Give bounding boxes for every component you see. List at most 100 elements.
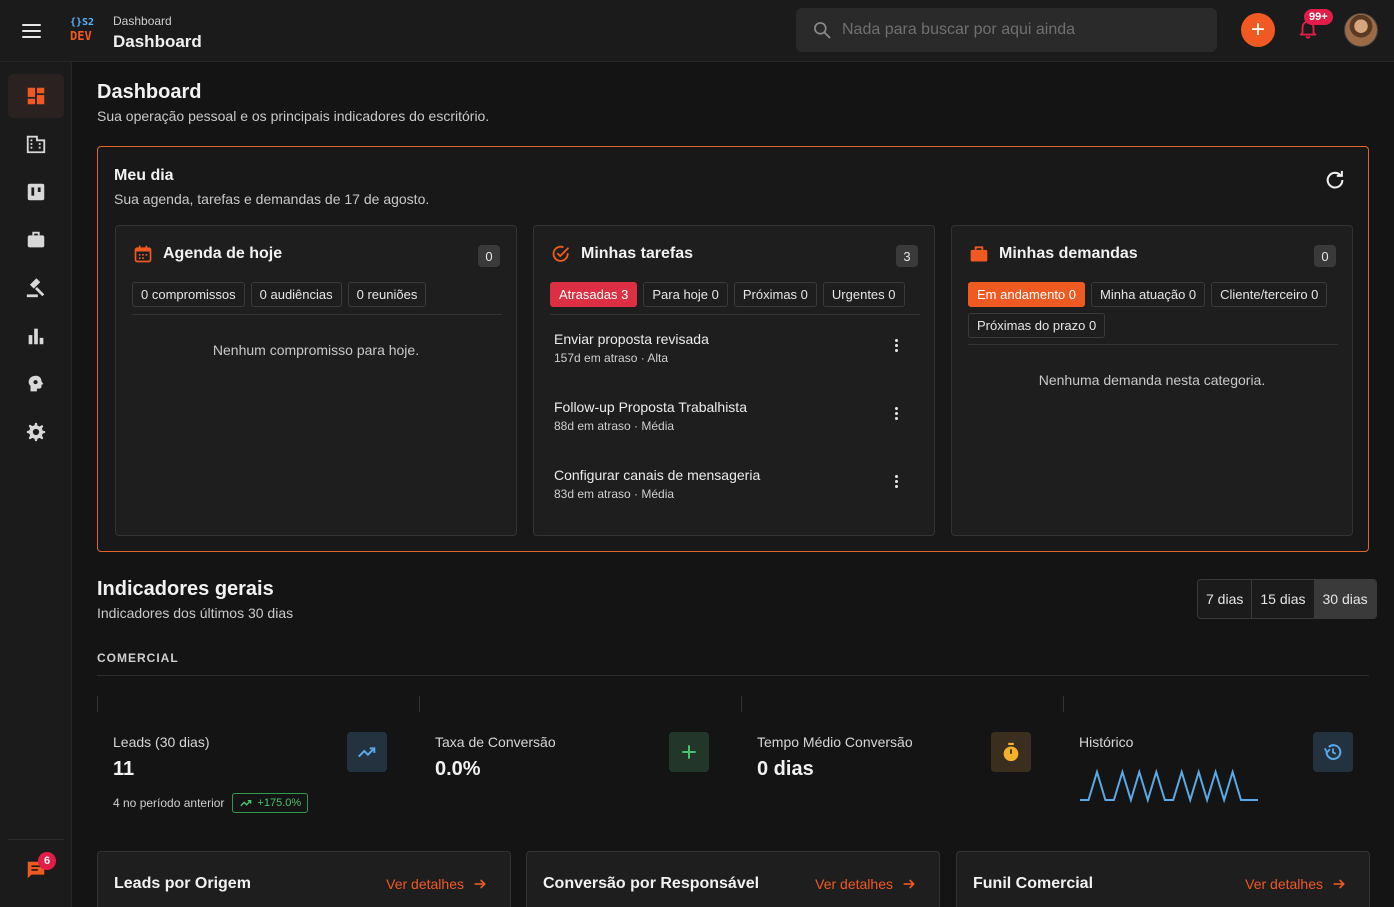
- task-more-icon[interactable]: [886, 471, 906, 491]
- task-more-icon[interactable]: [886, 335, 906, 355]
- kpi-separator: [741, 696, 742, 712]
- kpi-previous: 4 no período anterior +175.0%: [113, 793, 309, 813]
- chip-reunioes[interactable]: 0 reuniões: [347, 282, 427, 307]
- arrow-right-icon: [1333, 879, 1345, 889]
- briefcase-icon: [970, 246, 988, 262]
- task-item[interactable]: Configurar canais de mensageria 83d em a…: [554, 467, 914, 501]
- chip-para-hoje[interactable]: Para hoje 0: [643, 282, 728, 307]
- demandas-count: 0: [1314, 245, 1336, 267]
- kpi-value: 0.0%: [435, 758, 481, 780]
- kpi-label: Histórico: [1079, 734, 1134, 750]
- kpi-conversao: Taxa de Conversão 0.0%: [419, 696, 741, 816]
- sparkline-series: [1080, 768, 1258, 804]
- task-more-icon[interactable]: [886, 403, 906, 423]
- section-label: COMERCIAL: [97, 651, 179, 665]
- sidebar-item-cases[interactable]: [8, 218, 64, 262]
- trend-badge: +175.0%: [232, 793, 309, 813]
- kpi-label: Tempo Médio Conversão: [757, 734, 913, 750]
- meu-dia-panel: Meu dia Sua agenda, tarefas e demandas d…: [97, 146, 1369, 552]
- logo[interactable]: {}S2 DEV: [70, 17, 100, 47]
- logo-top-text: {}S2: [70, 17, 95, 28]
- sidebar-item-board[interactable]: [8, 170, 64, 214]
- sidebar-item-settings[interactable]: [8, 410, 64, 454]
- chat-badge: 6: [38, 852, 56, 870]
- range-7-button[interactable]: 7 dias: [1198, 580, 1253, 618]
- sidebar-item-companies[interactable]: [8, 122, 64, 166]
- details-link[interactable]: Ver detalhes: [815, 876, 917, 892]
- top-bar: {}S2 DEV Dashboard Dashboard + 99+: [0, 0, 1394, 62]
- plus-icon: [682, 745, 696, 759]
- card-leads-origem: Leads por Origem Ver detalhes: [97, 851, 511, 907]
- trending-up-icon: [240, 799, 252, 807]
- range-30-button[interactable]: 30 dias: [1314, 580, 1376, 618]
- kpi-tempo-medio: Tempo Médio Conversão 0 dias: [741, 696, 1063, 816]
- details-link[interactable]: Ver detalhes: [1245, 876, 1347, 892]
- demandas-card: Minhas demandas 0 Em andamento 0 Minha a…: [951, 225, 1353, 536]
- task-item[interactable]: Follow-up Proposta Trabalhista 88d em at…: [554, 399, 914, 433]
- add-button[interactable]: +: [1241, 13, 1275, 47]
- stopwatch-icon: [1003, 742, 1019, 762]
- chip-proximas[interactable]: Próximas 0: [733, 282, 817, 307]
- agenda-empty: Nenhum compromisso para hoje.: [212, 342, 420, 358]
- kpi-label: Leads (30 dias): [113, 734, 210, 750]
- kpi-previous-text: 4 no período anterior: [113, 796, 225, 810]
- card-title: Leads por Origem: [114, 875, 251, 892]
- main-content: Dashboard Sua operação pessoal e os prin…: [73, 62, 1394, 907]
- avatar[interactable]: [1344, 13, 1378, 47]
- agenda-divider: [132, 314, 502, 315]
- trend-value: +175.0%: [257, 797, 302, 809]
- chip-minha-atuacao[interactable]: Minha atuação 0: [1091, 282, 1206, 307]
- details-link[interactable]: Ver detalhes: [386, 876, 488, 892]
- page-title: Dashboard: [97, 81, 202, 103]
- chip-audiencias[interactable]: 0 audiências: [250, 282, 342, 307]
- chip-urgentes[interactable]: Urgentes 0: [822, 282, 905, 307]
- refresh-button[interactable]: [1324, 169, 1348, 193]
- meu-dia-subtitle: Sua agenda, tarefas e demandas de 17 de …: [114, 191, 430, 207]
- breadcrumb: Dashboard: [113, 14, 172, 28]
- kpi-separator: [419, 696, 420, 712]
- kpi-historico: Histórico: [1063, 696, 1385, 816]
- agenda-chips: 0 compromissos 0 audiências 0 reuniões: [132, 282, 502, 307]
- chip-proximas-prazo[interactable]: Próximas do prazo 0: [968, 313, 1106, 338]
- details-link-label: Ver detalhes: [1245, 876, 1323, 892]
- search-input[interactable]: [842, 21, 1202, 39]
- search-box[interactable]: [796, 8, 1217, 52]
- demandas-chips: Em andamento 0 Minha atuação 0 Cliente/t…: [968, 282, 1338, 338]
- tarefas-card: Minhas tarefas 3 Atrasadas 3 Para hoje 0…: [533, 225, 935, 536]
- sidebar-item-legal[interactable]: [8, 266, 64, 310]
- task-meta: 157d em atraso · Alta: [554, 351, 669, 365]
- card-title: Conversão por Responsável: [543, 875, 760, 892]
- sidebar-divider: [8, 839, 64, 840]
- briefcase-icon: [27, 231, 45, 248]
- agenda-title: Agenda de hoje: [163, 245, 283, 262]
- chip-atrasadas[interactable]: Atrasadas 3: [550, 282, 638, 307]
- kpi-value: 0 dias: [757, 758, 814, 780]
- card-title: Funil Comercial: [973, 875, 1094, 892]
- sidebar-item-ai[interactable]: [8, 362, 64, 406]
- meu-dia-title: Meu dia: [114, 167, 174, 184]
- kanban-icon: [27, 183, 45, 201]
- sidebar-item-reports[interactable]: [8, 314, 64, 358]
- sidebar-item-dashboard[interactable]: [8, 74, 64, 118]
- chip-compromissos[interactable]: 0 compromissos: [132, 282, 245, 307]
- bar-chart-icon: [28, 328, 44, 345]
- check-circle-icon: [552, 245, 570, 262]
- trending-up-icon: [358, 747, 376, 758]
- header-title: Dashboard: [113, 32, 202, 51]
- kpi-leads: Leads (30 dias) 11 4 no período anterior…: [97, 696, 419, 816]
- history-icon: [1323, 744, 1342, 760]
- chip-cliente-terceiro[interactable]: Cliente/terceiro 0: [1211, 282, 1328, 307]
- chat-button[interactable]: [8, 848, 64, 892]
- indicadores-subtitle: Indicadores dos últimos 30 dias: [97, 605, 294, 621]
- range-15-button[interactable]: 15 dias: [1252, 580, 1315, 618]
- chip-em-andamento[interactable]: Em andamento 0: [968, 282, 1086, 307]
- task-item[interactable]: Enviar proposta revisada 157d em atraso …: [554, 331, 914, 365]
- menu-button[interactable]: [22, 18, 50, 44]
- agenda-count: 0: [478, 245, 500, 267]
- arrow-right-icon: [903, 879, 915, 889]
- building-icon: [26, 135, 46, 154]
- kpi-icon-box: [991, 732, 1031, 772]
- task-title: Enviar proposta revisada: [554, 331, 709, 347]
- calendar-icon: [134, 245, 152, 263]
- demandas-empty: Nenhuma demanda nesta categoria.: [1038, 372, 1266, 388]
